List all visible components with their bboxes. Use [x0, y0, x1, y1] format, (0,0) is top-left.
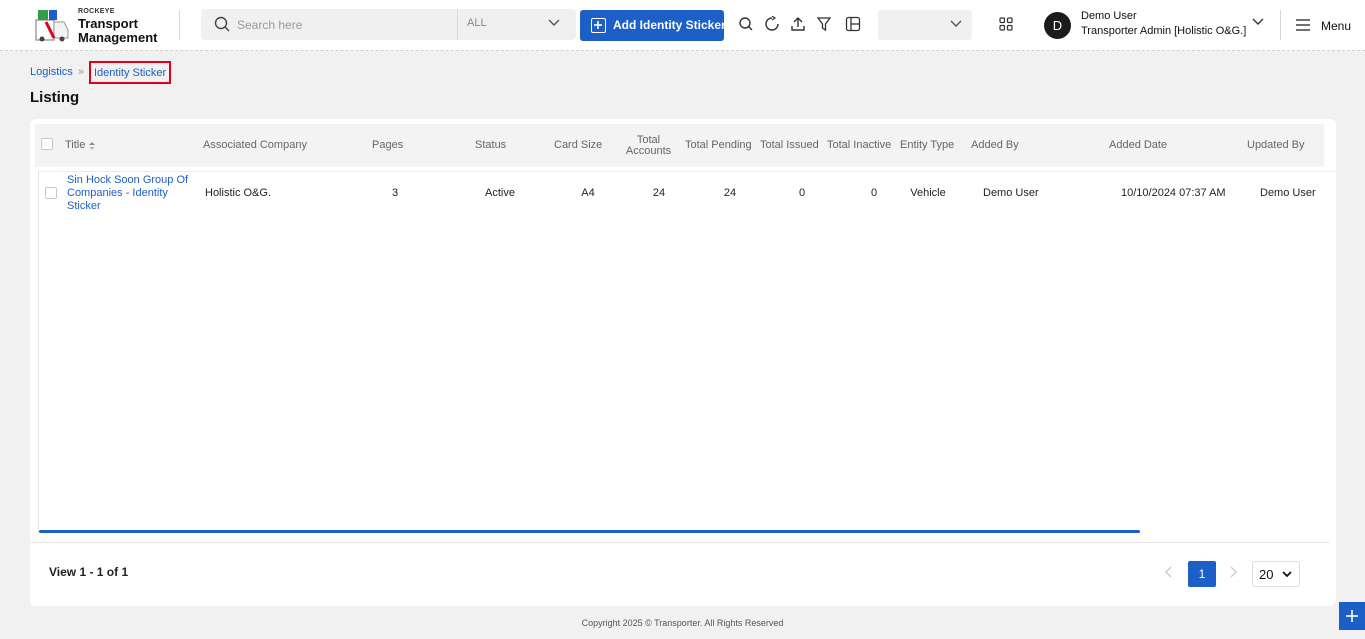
page-title: Listing: [30, 89, 80, 106]
cell-added-by: Demo User: [983, 187, 1039, 199]
column-header-card-size[interactable]: Card Size: [554, 124, 624, 167]
chevron-right-icon[interactable]: [1230, 566, 1238, 578]
column-header-entity-type[interactable]: Entity Type: [900, 124, 962, 167]
chevron-down-icon[interactable]: [1252, 18, 1264, 26]
apps-grid-icon[interactable]: [999, 17, 1013, 31]
pagination-summary: View 1 - 1 of 1: [49, 565, 129, 579]
table-header: Title Associated Company Pages Status Ca…: [35, 124, 1324, 167]
context-select[interactable]: [878, 10, 972, 40]
cell-total-accounts: 24: [652, 187, 666, 199]
plus-icon: [591, 18, 606, 33]
column-header-pages[interactable]: Pages: [372, 124, 432, 167]
row-title-link[interactable]: Sin Hock Soon Group Of Companies - Ident…: [67, 174, 193, 213]
breadcrumb-logistics[interactable]: Logistics: [30, 66, 73, 78]
search-scope-select[interactable]: ALL: [457, 9, 576, 40]
columns-icon[interactable]: [845, 16, 861, 32]
brand-app-name: Transport Management: [78, 16, 158, 45]
column-header-status[interactable]: Status: [475, 124, 535, 167]
chevron-down-icon: [950, 20, 962, 27]
chevron-down-icon: [548, 19, 560, 26]
cell-status: Active: [485, 187, 515, 199]
hamburger-icon: [1296, 19, 1310, 31]
column-header-title[interactable]: Title: [65, 124, 195, 167]
plus-icon: [1346, 610, 1358, 622]
column-header-total-accounts[interactable]: Total Accounts: [620, 124, 677, 167]
filter-icon[interactable]: [816, 16, 832, 32]
select-all-checkbox[interactable]: [41, 138, 53, 150]
cell-associated-company: Holistic O&G.: [205, 187, 272, 199]
page-size-select[interactable]: 20: [1252, 561, 1300, 587]
menu-label: Menu: [1321, 19, 1352, 33]
column-header-added-by[interactable]: Added By: [971, 124, 1061, 167]
add-identity-sticker-button[interactable]: Add Identity Sticker: [580, 10, 726, 41]
user-role[interactable]: Transporter Admin [Holistic O&G.]: [1081, 25, 1246, 37]
user-name[interactable]: Demo User: [1081, 10, 1137, 22]
cell-card-size: A4: [581, 187, 595, 199]
add-identity-sticker-label: Add Identity Sticker: [613, 18, 726, 32]
cell-total-issued: 0: [798, 187, 806, 199]
divider: [30, 542, 1330, 543]
header-divider: [179, 10, 180, 40]
column-header-total-inactive[interactable]: Total Inactive: [827, 124, 897, 167]
listing-card: Title Associated Company Pages Status Ca…: [30, 119, 1336, 606]
brand-logo: [35, 10, 69, 42]
page-size-value: 20: [1259, 567, 1274, 582]
sort-icon: [89, 141, 96, 150]
column-header-added-date[interactable]: Added Date: [1109, 124, 1209, 167]
cell-updated-by: Demo User: [1260, 187, 1316, 199]
cell-pages: 3: [391, 187, 399, 199]
global-search: ALL: [201, 9, 576, 40]
column-header-updated-by[interactable]: Updated By: [1247, 124, 1324, 167]
horizontal-scrollbar[interactable]: [39, 530, 1140, 533]
search-icon[interactable]: [738, 16, 754, 32]
floating-add-button[interactable]: [1339, 602, 1365, 630]
brand-company: ROCKEYE: [78, 8, 115, 15]
breadcrumb-current[interactable]: Identity Sticker: [89, 61, 172, 84]
copyright-text: Copyright 2025 © Transporter. All Rights…: [581, 618, 784, 628]
user-avatar[interactable]: D: [1044, 12, 1071, 39]
header-divider: [1280, 10, 1281, 40]
search-scope-value: ALL: [467, 17, 487, 29]
refresh-icon[interactable]: [764, 16, 780, 32]
menu-button[interactable]: Menu: [1296, 17, 1356, 35]
search-icon: [214, 16, 230, 32]
column-header-associated-company[interactable]: Associated Company: [203, 124, 333, 167]
upload-icon[interactable]: [790, 16, 806, 32]
column-header-total-pending[interactable]: Total Pending: [685, 124, 755, 167]
row-checkbox[interactable]: [45, 187, 57, 199]
breadcrumb-separator-icon: »: [78, 66, 85, 78]
chevron-left-icon[interactable]: [1164, 566, 1172, 578]
search-input[interactable]: [237, 9, 452, 40]
column-header-total-issued[interactable]: Total Issued: [760, 124, 825, 167]
cell-total-pending: 24: [723, 187, 737, 199]
cell-entity-type: Vehicle: [910, 187, 946, 199]
page-button-current[interactable]: 1: [1188, 561, 1216, 587]
cell-added-date: 10/10/2024 07:37 AM: [1121, 187, 1226, 199]
chevron-down-icon: [1282, 571, 1292, 578]
table-body: [38, 171, 1336, 534]
top-header: ROCKEYE Transport Management ALL Add Ide…: [0, 0, 1365, 51]
cell-total-inactive: 0: [870, 187, 878, 199]
